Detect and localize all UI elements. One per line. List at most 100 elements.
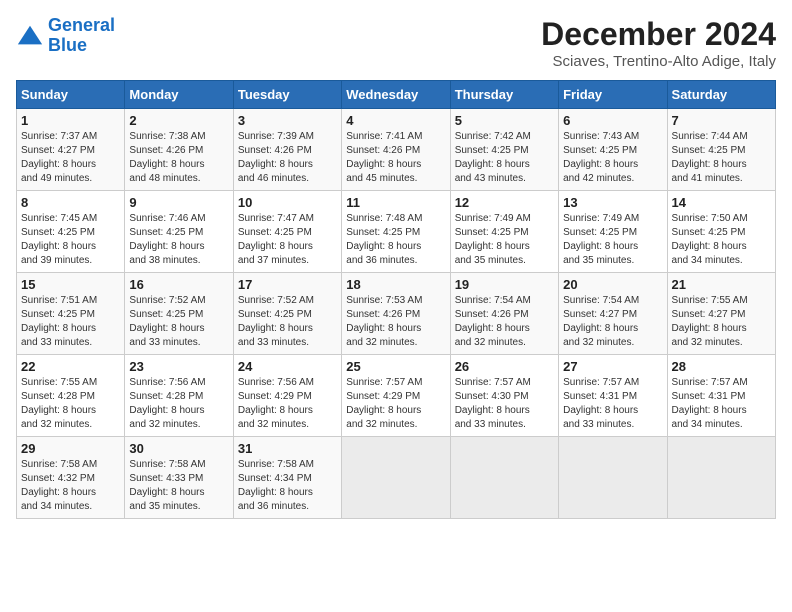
header-saturday: Saturday — [667, 81, 775, 109]
day-info: Sunrise: 7:58 AM Sunset: 4:32 PM Dayligh… — [21, 458, 120, 514]
day-info: Sunrise: 7:43 AM Sunset: 4:25 PM Dayligh… — [563, 130, 662, 186]
day-number: 2 — [129, 113, 228, 128]
day-info: Sunrise: 7:44 AM Sunset: 4:25 PM Dayligh… — [672, 130, 771, 186]
calendar-cell: 23 Sunrise: 7:56 AM Sunset: 4:28 PM Dayli… — [125, 355, 233, 437]
day-info: Sunrise: 7:52 AM Sunset: 4:25 PM Dayligh… — [238, 294, 337, 350]
day-number: 10 — [238, 195, 337, 210]
day-number: 29 — [21, 441, 120, 456]
calendar-cell: 20 Sunrise: 7:54 AM Sunset: 4:27 PM Dayli… — [559, 273, 667, 355]
day-info: Sunrise: 7:53 AM Sunset: 4:26 PM Dayligh… — [346, 294, 445, 350]
day-info: Sunrise: 7:55 AM Sunset: 4:27 PM Dayligh… — [672, 294, 771, 350]
calendar-cell: 7 Sunrise: 7:44 AM Sunset: 4:25 PM Daylig… — [667, 109, 775, 191]
calendar-cell — [342, 437, 450, 519]
calendar-cell: 11 Sunrise: 7:48 AM Sunset: 4:25 PM Dayli… — [342, 191, 450, 273]
header-monday: Monday — [125, 81, 233, 109]
header-sunday: Sunday — [17, 81, 125, 109]
day-number: 30 — [129, 441, 228, 456]
day-info: Sunrise: 7:50 AM Sunset: 4:25 PM Dayligh… — [672, 212, 771, 268]
calendar-cell: 1 Sunrise: 7:37 AM Sunset: 4:27 PM Daylig… — [17, 109, 125, 191]
calendar-cell: 25 Sunrise: 7:57 AM Sunset: 4:29 PM Dayli… — [342, 355, 450, 437]
calendar-cell: 12 Sunrise: 7:49 AM Sunset: 4:25 PM Dayli… — [450, 191, 558, 273]
day-number: 17 — [238, 277, 337, 292]
day-number: 23 — [129, 359, 228, 374]
day-number: 31 — [238, 441, 337, 456]
calendar-cell: 21 Sunrise: 7:55 AM Sunset: 4:27 PM Dayli… — [667, 273, 775, 355]
day-number: 15 — [21, 277, 120, 292]
calendar-cell: 2 Sunrise: 7:38 AM Sunset: 4:26 PM Daylig… — [125, 109, 233, 191]
day-number: 27 — [563, 359, 662, 374]
day-number: 13 — [563, 195, 662, 210]
day-info: Sunrise: 7:49 AM Sunset: 4:25 PM Dayligh… — [563, 212, 662, 268]
day-number: 19 — [455, 277, 554, 292]
day-number: 24 — [238, 359, 337, 374]
header-friday: Friday — [559, 81, 667, 109]
day-number: 28 — [672, 359, 771, 374]
day-info: Sunrise: 7:54 AM Sunset: 4:26 PM Dayligh… — [455, 294, 554, 350]
calendar-cell: 6 Sunrise: 7:43 AM Sunset: 4:25 PM Daylig… — [559, 109, 667, 191]
day-info: Sunrise: 7:48 AM Sunset: 4:25 PM Dayligh… — [346, 212, 445, 268]
day-info: Sunrise: 7:37 AM Sunset: 4:27 PM Dayligh… — [21, 130, 120, 186]
day-number: 11 — [346, 195, 445, 210]
calendar-cell: 30Sunrise: 7:58 AM Sunset: 4:33 PM Dayli… — [125, 437, 233, 519]
day-number: 20 — [563, 277, 662, 292]
header-tuesday: Tuesday — [233, 81, 341, 109]
calendar-cell: 3 Sunrise: 7:39 AM Sunset: 4:26 PM Daylig… — [233, 109, 341, 191]
calendar-week-row: 1 Sunrise: 7:37 AM Sunset: 4:27 PM Daylig… — [17, 109, 776, 191]
calendar-week-row: 29 Sunrise: 7:58 AM Sunset: 4:32 PM Dayli… — [17, 437, 776, 519]
day-number: 4 — [346, 113, 445, 128]
day-info: Sunrise: 7:39 AM Sunset: 4:26 PM Dayligh… — [238, 130, 337, 186]
day-info: Sunrise: 7:56 AM Sunset: 4:29 PM Dayligh… — [238, 376, 337, 432]
calendar-cell — [559, 437, 667, 519]
calendar-cell: 17 Sunrise: 7:52 AM Sunset: 4:25 PM Dayli… — [233, 273, 341, 355]
day-info: Sunrise: 7:57 AM Sunset: 4:31 PM Dayligh… — [672, 376, 771, 432]
day-info: Sunrise: 7:58 AM Sunset: 4:34 PM Dayligh… — [238, 458, 337, 514]
day-info: Sunrise: 7:51 AM Sunset: 4:25 PM Dayligh… — [21, 294, 120, 350]
day-number: 12 — [455, 195, 554, 210]
calendar-cell: 31 Sunrise: 7:58 AM Sunset: 4:34 PM Dayli… — [233, 437, 341, 519]
title-area: December 2024 Sciaves, Trentino-Alto Adi… — [541, 16, 776, 70]
calendar-cell: 19 Sunrise: 7:54 AM Sunset: 4:26 PM Dayli… — [450, 273, 558, 355]
day-info: Sunrise: 7:54 AM Sunset: 4:27 PM Dayligh… — [563, 294, 662, 350]
calendar-cell: 24 Sunrise: 7:56 AM Sunset: 4:29 PM Dayli… — [233, 355, 341, 437]
header-thursday: Thursday — [450, 81, 558, 109]
day-info: Sunrise: 7:57 AM Sunset: 4:30 PM Dayligh… — [455, 376, 554, 432]
calendar-cell: 15 Sunrise: 7:51 AM Sunset: 4:25 PM Dayli… — [17, 273, 125, 355]
day-number: 18 — [346, 277, 445, 292]
calendar-week-row: 22 Sunrise: 7:55 AM Sunset: 4:28 PM Dayli… — [17, 355, 776, 437]
day-info: Sunrise: 7:49 AM Sunset: 4:25 PM Dayligh… — [455, 212, 554, 268]
day-number: 8 — [21, 195, 120, 210]
day-info: Sunrise: 7:57 AM Sunset: 4:31 PM Dayligh… — [563, 376, 662, 432]
day-info: Sunrise: 7:55 AM Sunset: 4:28 PM Dayligh… — [21, 376, 120, 432]
day-number: 1 — [21, 113, 120, 128]
calendar-cell: 14Sunrise: 7:50 AM Sunset: 4:25 PM Dayli… — [667, 191, 775, 273]
day-info: Sunrise: 7:56 AM Sunset: 4:28 PM Dayligh… — [129, 376, 228, 432]
day-info: Sunrise: 7:57 AM Sunset: 4:29 PM Dayligh… — [346, 376, 445, 432]
calendar-cell: 8Sunrise: 7:45 AM Sunset: 4:25 PM Daylig… — [17, 191, 125, 273]
day-number: 25 — [346, 359, 445, 374]
logo-text: General Blue — [48, 16, 115, 56]
day-number: 26 — [455, 359, 554, 374]
main-title: December 2024 — [541, 16, 776, 53]
calendar-cell: 18 Sunrise: 7:53 AM Sunset: 4:26 PM Dayli… — [342, 273, 450, 355]
day-number: 6 — [563, 113, 662, 128]
calendar-cell: 27 Sunrise: 7:57 AM Sunset: 4:31 PM Dayli… — [559, 355, 667, 437]
subtitle: Sciaves, Trentino-Alto Adige, Italy — [541, 53, 776, 70]
day-number: 3 — [238, 113, 337, 128]
calendar-week-row: 15 Sunrise: 7:51 AM Sunset: 4:25 PM Dayli… — [17, 273, 776, 355]
calendar-table: SundayMondayTuesdayWednesdayThursdayFrid… — [16, 80, 776, 519]
calendar-cell: 29 Sunrise: 7:58 AM Sunset: 4:32 PM Dayli… — [17, 437, 125, 519]
calendar-cell: 26 Sunrise: 7:57 AM Sunset: 4:30 PM Dayli… — [450, 355, 558, 437]
calendar-cell: 28 Sunrise: 7:57 AM Sunset: 4:31 PM Dayli… — [667, 355, 775, 437]
day-number: 7 — [672, 113, 771, 128]
day-number: 21 — [672, 277, 771, 292]
day-info: Sunrise: 7:52 AM Sunset: 4:25 PM Dayligh… — [129, 294, 228, 350]
calendar-cell — [450, 437, 558, 519]
calendar-cell: 4Sunrise: 7:41 AM Sunset: 4:26 PM Daylig… — [342, 109, 450, 191]
day-info: Sunrise: 7:46 AM Sunset: 4:25 PM Dayligh… — [129, 212, 228, 268]
day-info: Sunrise: 7:42 AM Sunset: 4:25 PM Dayligh… — [455, 130, 554, 186]
day-info: Sunrise: 7:38 AM Sunset: 4:26 PM Dayligh… — [129, 130, 228, 186]
day-number: 22 — [21, 359, 120, 374]
logo-icon — [16, 22, 44, 50]
header-wednesday: Wednesday — [342, 81, 450, 109]
day-number: 9 — [129, 195, 228, 210]
